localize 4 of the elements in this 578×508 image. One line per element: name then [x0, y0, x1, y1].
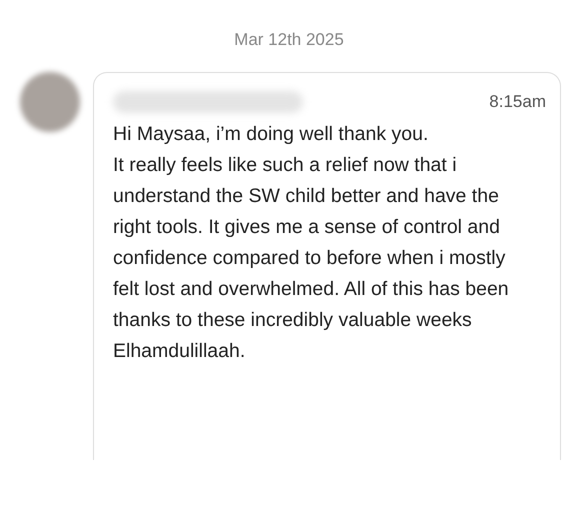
message-text: It really feels like such a relief now that i understand the SW child better and have the right tools. It gives me a sense of control and confidence compared to before when i mostly felt lost and overwhelmed. All of this has been thanks to these incredibly valuable weeks Elhamdulillaah.	[113, 153, 510, 364]
blurred-avatar	[20, 72, 80, 132]
message-time: 8:15am	[489, 92, 546, 112]
message-text: Hi Maysaa, i’m doing well thank you.	[113, 122, 430, 147]
